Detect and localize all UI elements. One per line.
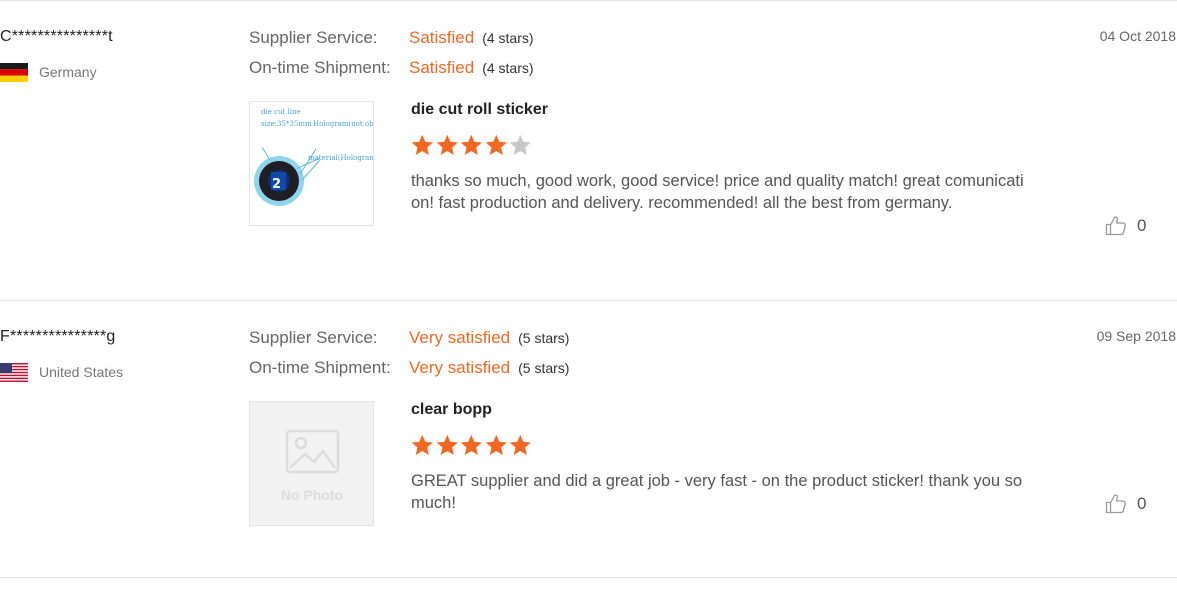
country-name: Germany (39, 64, 97, 80)
rating-stars-count: (5 stars) (518, 330, 570, 346)
ontime-shipment-rating: Very satisfied (5 stars) (409, 358, 569, 378)
thumbnail-annotation: size:35*35mm (261, 120, 312, 128)
star-rating (410, 433, 533, 459)
like-button[interactable]: 0 (1105, 493, 1146, 514)
star-filled-icon (436, 134, 458, 155)
supplier-service-label: Supplier Service: (249, 328, 378, 347)
ontime-shipment-label: On-time Shipment: (249, 58, 391, 77)
rating-text: Very satisfied (409, 358, 511, 377)
star-filled-icon (411, 434, 433, 455)
germany-flag-icon (0, 62, 28, 82)
thumbnail-annotation: Hologram(not obvious) (313, 120, 373, 128)
product-name: clear bopp (411, 401, 492, 418)
reviewer-country: Germany (0, 62, 97, 82)
supplier-service-label: Supplier Service: (249, 28, 378, 47)
star-filled-icon (460, 434, 483, 455)
product-name: die cut roll sticker (411, 101, 548, 118)
like-button[interactable]: 0 (1105, 215, 1146, 236)
ontime-shipment-label: On-time Shipment: (249, 358, 391, 377)
review-comment: thanks so much, good work, good service!… (411, 172, 1024, 212)
rating-stars-count: (5 stars) (518, 360, 570, 376)
review-date: 09 Sep 2018 (1096, 328, 1176, 344)
no-photo-text: No Photo (281, 487, 343, 503)
product-thumbnail[interactable]: 2 die cut line size:35*35mm Hologram(not… (249, 101, 374, 226)
ontime-shipment-rating: Satisfied (4 stars) (409, 58, 534, 78)
star-filled-icon (485, 434, 507, 455)
star-filled-icon (460, 134, 483, 155)
svg-text:2: 2 (272, 177, 281, 192)
star-filled-icon (436, 434, 458, 455)
reviewer-country: United States (0, 362, 123, 382)
thumbs-up-icon (1105, 216, 1126, 236)
no-photo-placeholder: No Photo (250, 402, 373, 525)
thumbs-up-icon (1105, 494, 1126, 514)
rating-text: Satisfied (409, 58, 475, 77)
reviewer-name: F***************g (0, 328, 116, 345)
like-count: 0 (1137, 493, 1147, 513)
reviewer-name: C***************t (0, 28, 113, 45)
supplier-service-rating: Very satisfied (5 stars) (409, 328, 569, 348)
country-name: United States (39, 364, 124, 380)
review-comment: GREAT supplier and did a great job - ver… (411, 472, 1023, 512)
review-item: F***************g United States Supplier… (0, 300, 1177, 600)
star-filled-icon (411, 134, 433, 155)
star-rating (410, 133, 533, 159)
rating-text: Very satisfied (409, 328, 511, 347)
like-count: 0 (1137, 215, 1147, 235)
rating-stars-count: (4 stars) (482, 30, 534, 46)
rating-stars-count: (4 stars) (482, 60, 534, 76)
bottom-divider (0, 577, 1177, 578)
review-date: 04 Oct 2018 (1099, 28, 1176, 44)
thumbnail-annotation: material(Hologram) (308, 154, 373, 162)
rating-text: Satisfied (409, 28, 475, 47)
star-filled-icon (485, 134, 507, 155)
star-empty-icon (510, 134, 532, 155)
sticker-photo: 2 die cut line size:35*35mm Hologram(not… (250, 102, 373, 225)
product-thumbnail[interactable]: No Photo (249, 401, 374, 526)
usa-flag-icon (0, 362, 28, 382)
supplier-service-rating: Satisfied (4 stars) (409, 28, 534, 48)
star-filled-icon (510, 434, 532, 455)
review-item: C***************t Germany Supplier Servi… (0, 0, 1177, 300)
thumbnail-annotation: die cut line (261, 108, 301, 116)
